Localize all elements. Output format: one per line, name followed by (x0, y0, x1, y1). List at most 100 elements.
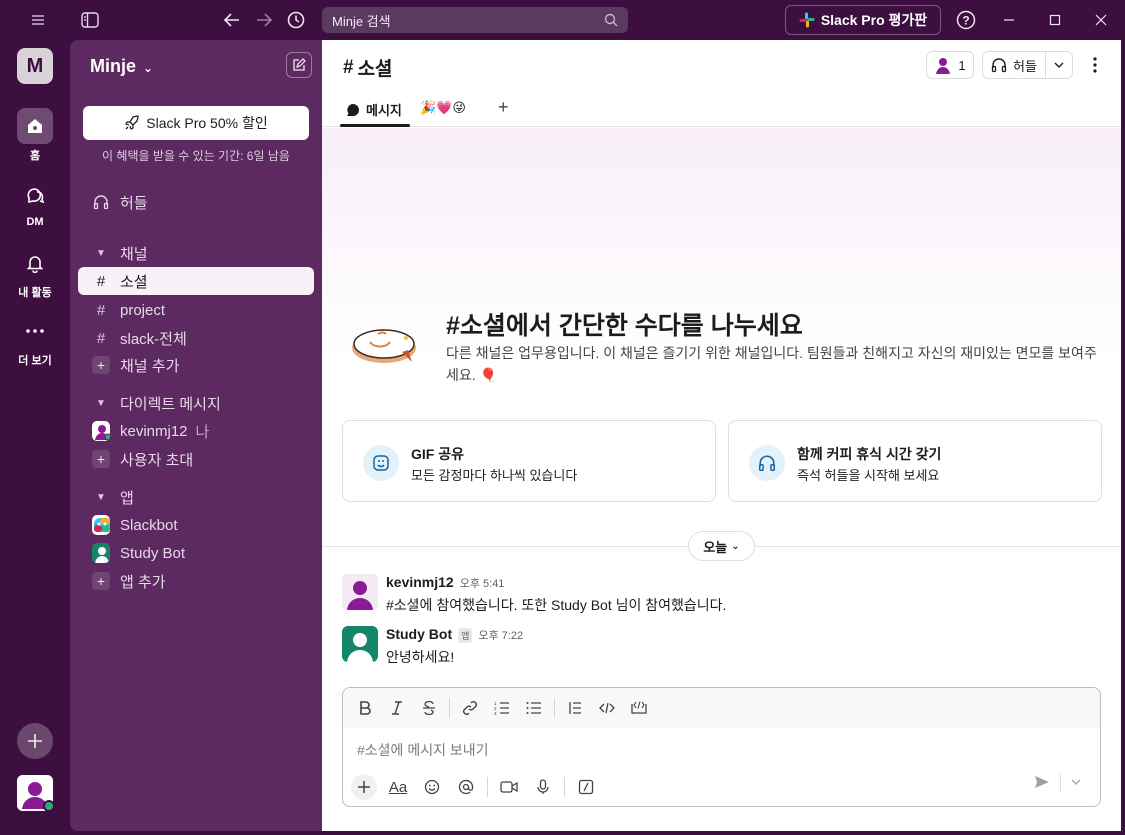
italic-icon[interactable] (385, 696, 409, 720)
back-arrow-icon[interactable] (220, 8, 244, 32)
plus-icon: + (92, 356, 110, 374)
slack-pro-trial-button[interactable]: Slack Pro 평가판 (785, 5, 941, 35)
tab-emoji-label: 🎉💗😜 (420, 100, 466, 115)
title-bar: Minje 검색 Slack Pro 평가판 ? (0, 0, 1125, 40)
date-divider-button[interactable]: 오늘 ⌄ (688, 531, 755, 561)
ordered-list-icon[interactable]: 123 (490, 696, 514, 720)
message-author[interactable]: Study Bot (386, 626, 452, 642)
study-bot-avatar[interactable] (342, 626, 378, 662)
bold-icon[interactable] (353, 696, 377, 720)
member-avatar (934, 56, 952, 74)
history-clock-icon[interactable] (284, 8, 308, 32)
message-bubble-icon (346, 103, 360, 117)
rail-home[interactable]: 홈 (0, 108, 70, 163)
message-timestamp[interactable]: 오후 5:41 (460, 575, 505, 591)
close-icon[interactable] (1088, 8, 1114, 32)
coffee-break-card[interactable]: 함께 커피 휴식 시간 갖기 즉석 허들을 시작해 보세요 (728, 420, 1102, 502)
sidebar-toggle-icon[interactable] (78, 8, 102, 32)
section-channels-toggle[interactable]: ▼ 채널 (78, 239, 314, 267)
channel-title-button[interactable]: # 소셜 (343, 54, 393, 81)
slash-command-icon[interactable] (573, 774, 599, 800)
invite-people-button[interactable]: + 사용자 초대 (78, 445, 314, 473)
add-tab-icon[interactable]: + (498, 97, 509, 118)
sidebar-item-app-study-bot[interactable]: Study Bot (78, 539, 314, 567)
sidebar-item-dm-kevinmj12[interactable]: kevinmj12 나 (78, 417, 314, 445)
add-channel-label: 채널 추가 (120, 357, 180, 375)
toolbar-separator (554, 698, 555, 718)
message-author[interactable]: kevinmj12 (386, 574, 454, 590)
sidebar-item-app-slackbot[interactable]: Slackbot (78, 511, 314, 539)
tab-messages-label: 메시지 (366, 103, 402, 118)
send-controls (1034, 773, 1081, 791)
members-button[interactable]: 1 (926, 51, 974, 79)
microphone-icon[interactable] (530, 774, 556, 800)
link-icon[interactable] (458, 696, 482, 720)
rail-dm[interactable]: DM (0, 177, 70, 228)
hash-icon: # (446, 312, 460, 340)
bell-icon (17, 245, 53, 281)
tab-emoji[interactable]: 🎉💗😜 (420, 100, 466, 116)
code-block-icon[interactable] (627, 696, 651, 720)
sidebar-item-channel-project[interactable]: # project (78, 296, 314, 324)
help-icon[interactable]: ? (954, 8, 978, 32)
send-icon[interactable] (1034, 775, 1050, 789)
headphones-icon (92, 194, 110, 210)
workspace-avatar[interactable]: M (17, 48, 53, 84)
add-app-button[interactable]: + 앱 추가 (78, 567, 314, 595)
attach-plus-icon[interactable] (351, 774, 377, 800)
workspace-name: Minje (90, 56, 137, 76)
mention-icon[interactable] (453, 774, 479, 800)
huddle-options-button[interactable] (1046, 62, 1072, 68)
schedule-send-chevron-icon[interactable] (1071, 779, 1081, 785)
add-channel-button[interactable]: + 채널 추가 (78, 351, 314, 379)
headphones-icon (749, 445, 785, 481)
rail-more[interactable]: 더 보기 (0, 313, 70, 368)
date-label: 오늘 (703, 539, 728, 555)
toolbar-separator (564, 777, 565, 797)
forward-arrow-icon[interactable] (252, 8, 276, 32)
search-placeholder: Minje 검색 (332, 13, 391, 29)
message-composer: 123 #소셜에 메시지 보내기 Aa (342, 687, 1101, 807)
search-bar[interactable]: Minje 검색 (322, 7, 628, 33)
code-icon[interactable] (595, 696, 619, 720)
bulleted-list-icon[interactable] (522, 696, 546, 720)
sidebar-item-label: slack-전체 (120, 330, 187, 348)
tab-messages[interactable]: 메시지 (346, 100, 402, 119)
online-status-dot (43, 800, 55, 812)
avatar[interactable] (342, 574, 378, 610)
section-apps-toggle[interactable]: ▼ 앱 (78, 483, 314, 511)
card-title: 함께 커피 휴식 시간 갖기 (797, 446, 942, 462)
sidebar-item-channel-slack-all[interactable]: # slack-전체 (78, 324, 314, 352)
active-tab-indicator (340, 124, 410, 127)
caret-down-icon: ▼ (96, 247, 106, 259)
rail-more-label: 더 보기 (18, 355, 52, 367)
channel-view: # 소셜 1 허들 메시지 🎉💗😜 + #소셜에서 간단한 수다를 나누세요 다… (322, 40, 1121, 831)
start-huddle-button[interactable]: 허들 (983, 52, 1046, 78)
menu-icon[interactable] (26, 8, 50, 32)
strikethrough-icon[interactable] (417, 696, 441, 720)
plus-icon: + (92, 450, 110, 468)
formatting-toggle-button[interactable]: Aa (385, 774, 411, 800)
workspace-name-menu[interactable]: Minje ⌄ (90, 56, 153, 77)
rocket-icon (124, 115, 140, 131)
sidebar-item-channel-social[interactable]: # 소셜 (78, 267, 314, 295)
caret-down-icon: ▼ (96, 491, 106, 503)
rail-activity[interactable]: 내 활동 (0, 245, 70, 300)
channel-more-options-icon[interactable] (1085, 54, 1105, 76)
message-input[interactable]: #소셜에 메시지 보내기 (357, 740, 489, 760)
sidebar-item-huddles[interactable]: 허들 (78, 188, 314, 216)
maximize-icon[interactable] (1042, 8, 1068, 32)
share-gif-card[interactable]: GIF 공유 모든 감정마다 하나씩 있습니다 (342, 420, 716, 502)
message-timestamp[interactable]: 오후 7:22 (478, 627, 523, 643)
slack-pro-discount-button[interactable]: Slack Pro 50% 할인 (83, 106, 309, 140)
add-workspace-button[interactable] (17, 723, 53, 759)
section-dm-toggle[interactable]: ▼ 다이렉트 메시지 (78, 389, 314, 417)
video-icon[interactable] (496, 774, 522, 800)
svg-text:3: 3 (494, 711, 497, 715)
compose-button[interactable] (286, 52, 312, 78)
minimize-icon[interactable] (996, 8, 1022, 32)
section-apps-label: 앱 (120, 489, 134, 507)
emoji-icon[interactable] (419, 774, 445, 800)
blockquote-icon[interactable] (563, 696, 587, 720)
svg-text:?: ? (962, 14, 969, 28)
